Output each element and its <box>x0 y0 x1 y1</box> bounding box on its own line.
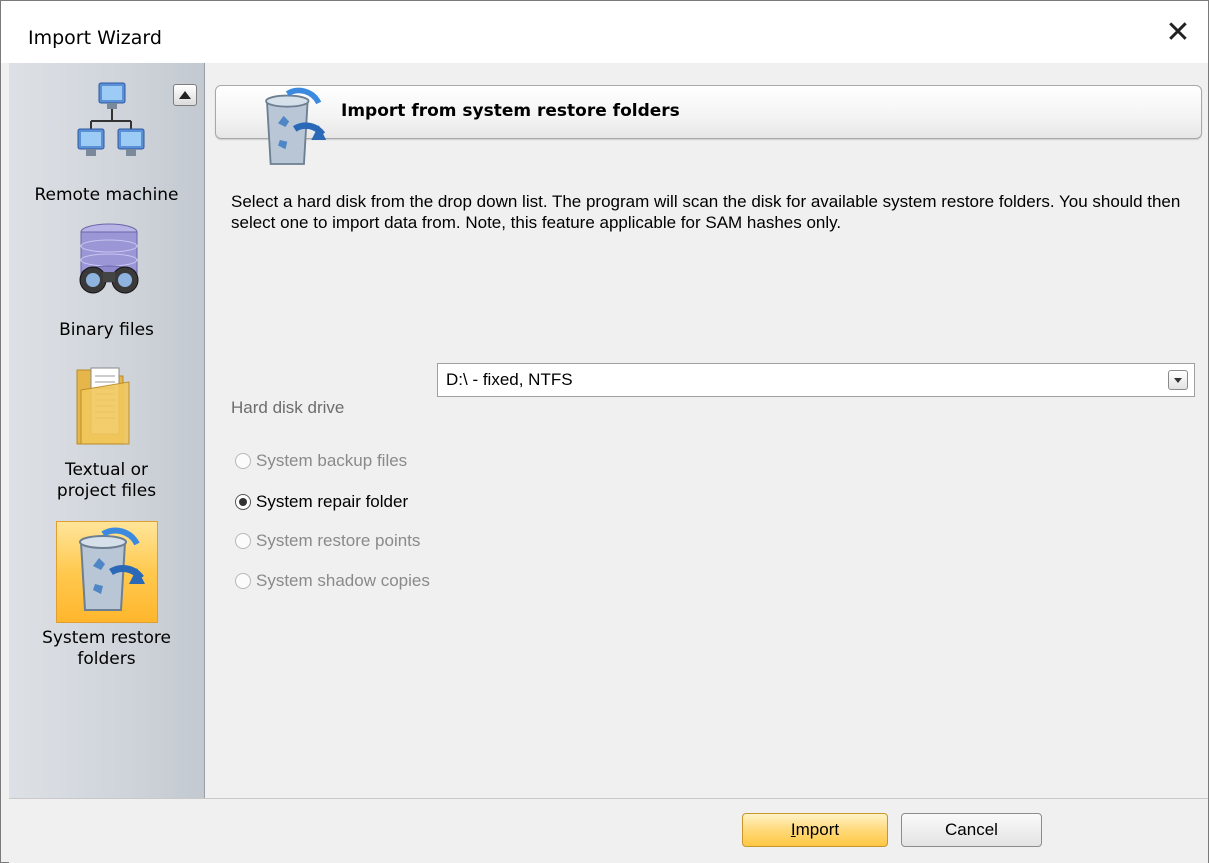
radio-label: System shadow copies <box>256 571 430 590</box>
radio-label: System restore points <box>256 531 421 550</box>
radio-system-restore-points[interactable]: System restore points <box>235 529 420 553</box>
radio-label: System repair folder <box>256 492 409 511</box>
recycle-bin-icon <box>265 87 327 165</box>
radio-system-shadow-copies[interactable]: System shadow copies <box>235 569 430 593</box>
cancel-button[interactable]: Cancel <box>901 813 1042 847</box>
radio-system-repair-folder[interactable]: System repair folder <box>235 490 408 514</box>
network-computers-icon <box>77 82 145 156</box>
folder-document-icon <box>76 367 130 445</box>
radio-button <box>235 573 251 589</box>
sidebar: Remote machine Binary files Textual or p… <box>9 63 205 798</box>
recycle-bin-icon <box>79 527 145 611</box>
sidebar-item-textual-files[interactable]: Textual or project files <box>9 358 204 518</box>
import-wizard-window: Import Wizard ✕ Remote machine Binary fi… <box>0 0 1209 863</box>
title-bar: Import Wizard ✕ <box>1 1 1208 63</box>
radio-button <box>235 533 251 549</box>
hard-disk-drive-select[interactable]: D:\ - fixed, NTFS <box>437 363 1195 397</box>
page-title: Import from system restore folders <box>341 101 680 121</box>
sidebar-item-label: Remote machine <box>34 185 179 205</box>
sidebar-item-label-line-2: folders <box>77 649 136 669</box>
cancel-button-label: Cancel <box>945 820 998 839</box>
radio-system-backup-files[interactable]: System backup files <box>235 449 407 473</box>
dropdown-button[interactable] <box>1168 370 1188 390</box>
chevron-down-icon <box>1174 377 1182 383</box>
import-button-label: Import <box>790 820 840 839</box>
hard-disk-drive-value: D:\ - fixed, NTFS <box>446 370 573 389</box>
description-text: Select a hard disk from the drop down li… <box>231 192 1181 232</box>
footer-bar: Import Cancel <box>9 798 1208 863</box>
window-title: Import Wizard <box>28 27 162 49</box>
sidebar-item-binary-files[interactable]: Binary files <box>9 218 204 353</box>
hard-disk-drive-label: Hard disk drive <box>231 398 345 417</box>
sidebar-item-remote-machine[interactable]: Remote machine <box>9 73 204 218</box>
sidebar-item-system-restore-folders[interactable]: System restore folders <box>9 518 204 688</box>
sidebar-item-label-line-1: Textual or <box>64 460 149 480</box>
database-binoculars-icon <box>79 223 139 294</box>
radio-label: System backup files <box>256 451 408 470</box>
close-icon: ✕ <box>1165 14 1191 50</box>
radio-button <box>235 453 251 469</box>
sidebar-item-label-line-2: project files <box>56 481 157 501</box>
import-button[interactable]: Import <box>742 813 888 847</box>
close-button[interactable]: ✕ <box>1148 1 1208 63</box>
sidebar-item-label-line-1: System restore <box>42 628 171 648</box>
radio-button <box>235 494 251 510</box>
sidebar-item-label: Binary files <box>59 320 154 340</box>
content-panel: Import from system restore folders Selec… <box>205 63 1208 798</box>
page-header: Import from system restore folders <box>215 85 1202 165</box>
